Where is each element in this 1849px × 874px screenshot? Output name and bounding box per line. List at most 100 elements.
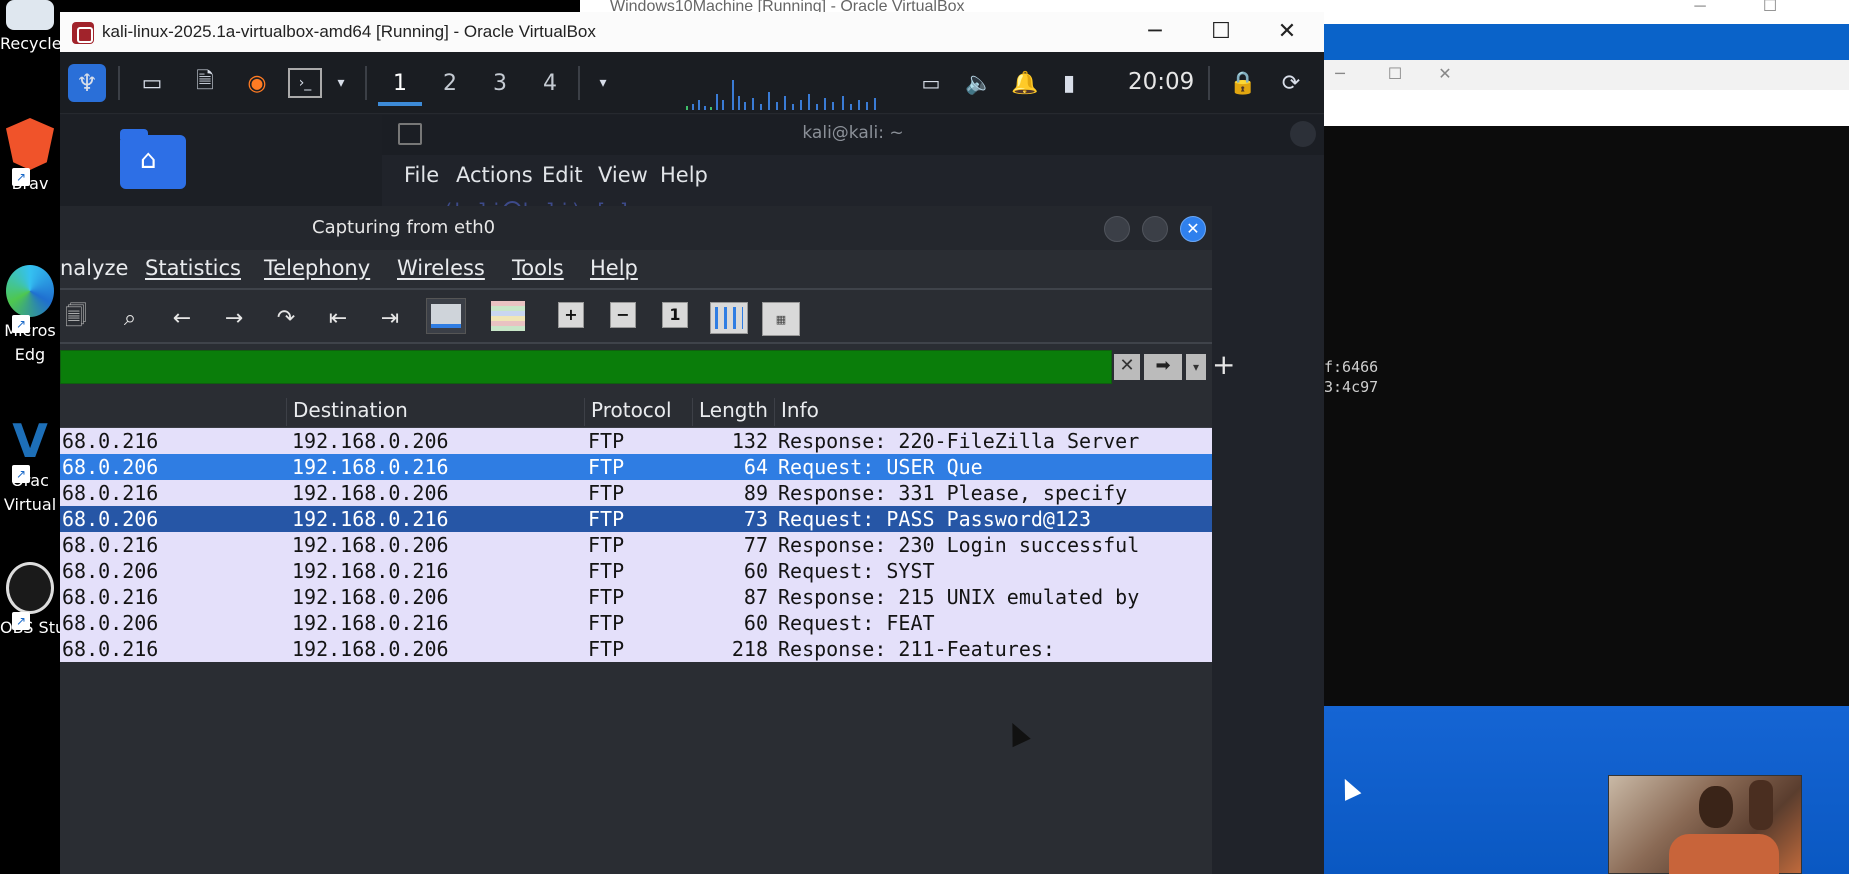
- cell-destination: 192.168.0.216: [292, 559, 449, 583]
- menu-analyze[interactable]: nalyze: [60, 256, 128, 280]
- panel-clock[interactable]: 20:09: [1128, 69, 1194, 95]
- display-icon[interactable]: ▭: [914, 66, 948, 100]
- menu-file[interactable]: File: [404, 163, 439, 187]
- terminal-titlebar[interactable]: kali@kali: ~: [382, 115, 1324, 155]
- minimize-button[interactable]: ─: [1122, 12, 1188, 52]
- lock-icon[interactable]: 🔒: [1226, 66, 1260, 100]
- menu-tools[interactable]: Tools: [512, 256, 564, 280]
- apply-filter-icon[interactable]: ➡: [1144, 354, 1182, 380]
- virtualbox-icon: V: [12, 414, 48, 468]
- go-back-icon[interactable]: ←: [166, 302, 198, 334]
- table-row[interactable]: 68.0.216 192.168.0.206 FTP 77 Response: …: [60, 532, 1212, 558]
- close-button[interactable]: ✕: [1180, 216, 1206, 242]
- desktop-icon-recycle-bin[interactable]: Recycle: [0, 0, 60, 56]
- cell-length: 87: [743, 585, 768, 609]
- maximize-button[interactable]: ☐: [1375, 64, 1415, 83]
- chevron-down-icon[interactable]: ▾: [324, 66, 358, 100]
- workspace-1[interactable]: 1: [378, 62, 422, 106]
- home-folder-icon[interactable]: ⌂: [120, 129, 186, 189]
- notification-bell-icon[interactable]: 🔔: [1008, 66, 1042, 100]
- text-editor-icon[interactable]: 🗎: [188, 66, 222, 100]
- zoom-in-icon[interactable]: +: [558, 302, 584, 328]
- table-row[interactable]: 68.0.206 192.168.0.216 FTP 73 Request: P…: [60, 506, 1212, 532]
- maximize-button[interactable]: ☐: [1188, 12, 1254, 52]
- maximize-button[interactable]: [1142, 216, 1168, 242]
- battery-icon[interactable]: ▮: [1052, 66, 1086, 100]
- column-info[interactable]: Info: [774, 398, 1212, 426]
- menu-view[interactable]: View: [598, 163, 648, 187]
- cell-info: Response: 215 UNIX emulated by: [778, 585, 1140, 609]
- chevron-down-icon[interactable]: ▾: [1186, 354, 1206, 380]
- menu-statistics[interactable]: Statistics: [145, 256, 241, 280]
- recycle-bin-icon: [6, 0, 54, 30]
- minimize-button[interactable]: ─: [1680, 0, 1720, 15]
- file-manager-icon[interactable]: ▭: [135, 66, 169, 100]
- kali-menu-icon[interactable]: ♆: [68, 64, 106, 102]
- table-row[interactable]: 68.0.216 192.168.0.206 FTP 218 Response:…: [60, 636, 1212, 662]
- webcam-person-shirt: [1669, 834, 1779, 874]
- menu-wireless[interactable]: Wireless: [397, 256, 485, 280]
- firefox-icon[interactable]: ◉: [240, 66, 274, 100]
- last-packet-icon[interactable]: ⇥: [374, 302, 406, 334]
- menu-help[interactable]: Help: [660, 163, 708, 187]
- volume-icon[interactable]: 🔈: [962, 66, 996, 100]
- menu-help[interactable]: Help: [590, 256, 638, 280]
- column-destination[interactable]: Destination: [286, 398, 584, 426]
- maximize-button[interactable]: ☐: [1750, 0, 1790, 15]
- menu-edit[interactable]: Edit: [542, 163, 583, 187]
- first-packet-icon[interactable]: ⇤: [322, 302, 354, 334]
- desktop-icon-edge[interactable]: ↗ Micros Edg: [0, 265, 60, 367]
- display-filter-input[interactable]: [60, 350, 1112, 384]
- normal-size-icon[interactable]: 1: [662, 302, 688, 328]
- resize-columns-icon[interactable]: [710, 302, 748, 334]
- zoom-out-icon[interactable]: −: [610, 302, 636, 328]
- cell-source: 68.0.206: [62, 455, 159, 479]
- reload-file-icon[interactable]: 🗐: [60, 302, 92, 334]
- packet-list-header: Destination Protocol Length Info: [60, 392, 1212, 428]
- cell-info: Request: FEAT: [778, 611, 935, 635]
- search-icon[interactable]: ⌕: [114, 302, 146, 334]
- go-forward-icon[interactable]: →: [218, 302, 250, 334]
- column-protocol[interactable]: Protocol: [584, 398, 692, 426]
- minimize-button[interactable]: ─: [1320, 64, 1360, 83]
- workspace-2[interactable]: 2: [428, 62, 472, 106]
- shortcut-arrow-icon: ↗: [12, 168, 30, 186]
- chevron-down-icon[interactable]: ▾: [586, 66, 620, 100]
- column-source[interactable]: [60, 398, 286, 426]
- inner-window-titlebar[interactable]: ─ ☐ ✕: [1320, 60, 1849, 90]
- cell-destination: 192.168.0.206: [292, 585, 449, 609]
- workspace-3[interactable]: 3: [478, 62, 522, 106]
- layout-icon[interactable]: ▦: [762, 302, 800, 336]
- terminal-launcher-icon[interactable]: ›_: [288, 68, 322, 98]
- column-length[interactable]: Length: [692, 398, 774, 426]
- wireshark-window[interactable]: Capturing from eth0 ✕ nalyze Statistics …: [60, 206, 1235, 874]
- colorize-icon[interactable]: [488, 298, 528, 334]
- shortcut-arrow-icon: ↗: [12, 315, 30, 333]
- table-row[interactable]: 68.0.216 192.168.0.206 FTP 89 Response: …: [60, 480, 1212, 506]
- autoscroll-icon[interactable]: [426, 298, 466, 334]
- table-row[interactable]: 68.0.206 192.168.0.216 FTP 60 Request: S…: [60, 558, 1212, 584]
- close-button[interactable]: ✕: [1254, 12, 1320, 52]
- close-button[interactable]: ✕: [1425, 64, 1465, 83]
- table-row[interactable]: 68.0.216 192.168.0.206 FTP 132 Response:…: [60, 428, 1212, 454]
- workspace-4[interactable]: 4: [528, 62, 572, 106]
- vbox-titlebar[interactable]: kali-linux-2025.1a-virtualbox-amd64 [Run…: [60, 12, 1324, 52]
- menu-actions[interactable]: Actions: [456, 163, 533, 187]
- desktop-icon-virtualbox[interactable]: V ↗ Orac Virtual: [0, 415, 60, 517]
- table-row[interactable]: 68.0.206 192.168.0.216 FTP 60 Request: F…: [60, 610, 1212, 636]
- go-to-packet-icon[interactable]: ↷: [270, 302, 302, 334]
- table-row[interactable]: 68.0.216 192.168.0.206 FTP 87 Response: …: [60, 584, 1212, 610]
- add-filter-button-icon[interactable]: +: [1212, 348, 1235, 381]
- wireshark-titlebar[interactable]: Capturing from eth0 ✕: [60, 206, 1212, 250]
- clear-filter-icon[interactable]: ✕: [1114, 354, 1140, 380]
- window-button[interactable]: [1290, 121, 1316, 147]
- minimize-button[interactable]: [1104, 216, 1130, 242]
- table-row[interactable]: 68.0.206 192.168.0.216 FTP 64 Request: U…: [60, 454, 1212, 480]
- menu-telephony[interactable]: Telephony: [264, 256, 370, 280]
- kali-top-panel: ♆ ▭ 🗎 ◉ ›_ ▾ 1 2 3 4 ▾ ▭ 🔈 �: [60, 52, 1324, 114]
- desktop-icon-brave[interactable]: ↗ Brav: [0, 118, 60, 196]
- desktop-icon-obs[interactable]: ↗ OBS Stu: [0, 562, 60, 640]
- packet-details-pane: [60, 664, 1212, 874]
- cell-destination: 192.168.0.206: [292, 637, 449, 661]
- logout-icon[interactable]: ⟳: [1274, 66, 1308, 100]
